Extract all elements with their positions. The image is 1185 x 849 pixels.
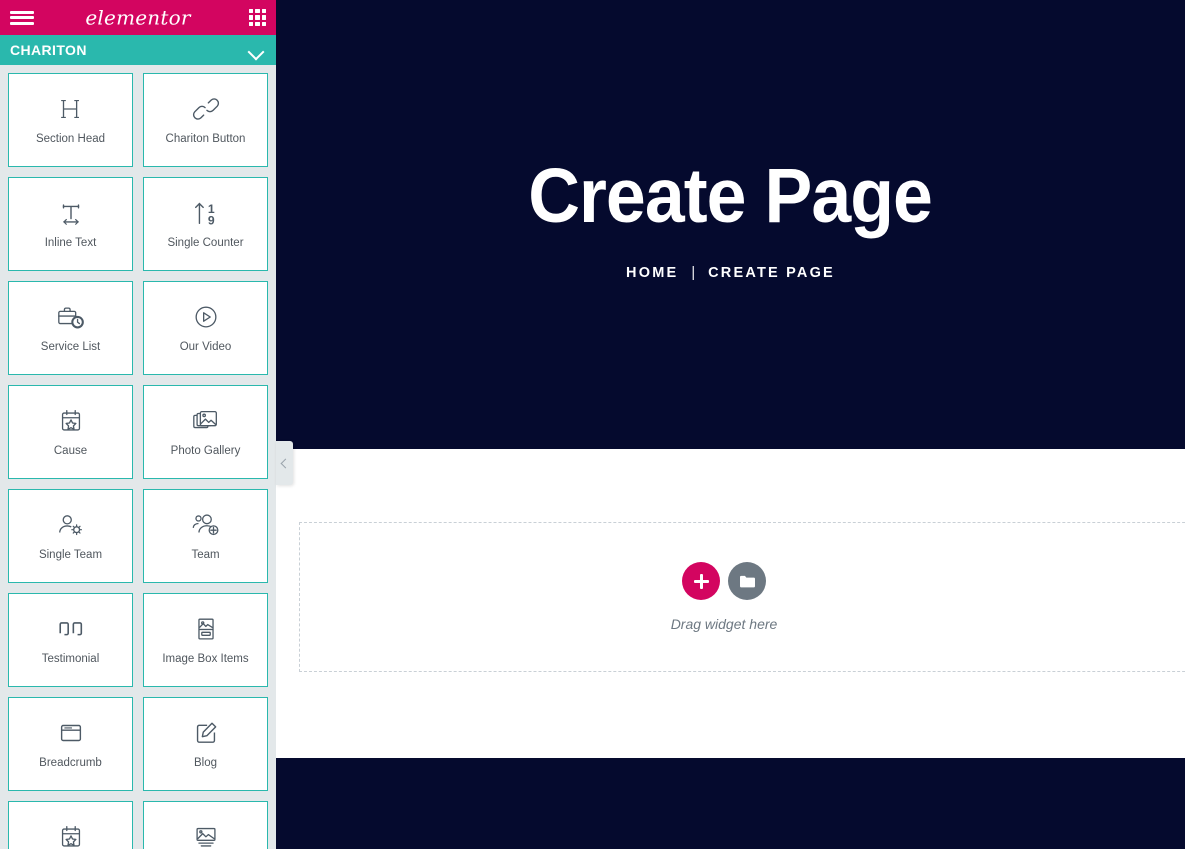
hamburger-menu-icon[interactable]	[10, 9, 34, 27]
widget-card-image-box-items[interactable]: Image Box Items	[143, 593, 268, 687]
widget-card-photo-gallery[interactable]: Photo Gallery	[143, 385, 268, 479]
widget-card-our-video[interactable]: Our Video	[143, 281, 268, 375]
calendar-star-icon	[56, 821, 86, 849]
widget-card-cause[interactable]: Cause	[8, 385, 133, 479]
app-grid-icon[interactable]	[249, 9, 266, 26]
image-lines-icon	[191, 821, 221, 849]
chevron-down-icon[interactable]	[249, 46, 264, 55]
add-section-buttons	[682, 562, 766, 600]
widget-card-team[interactable]: Team	[143, 489, 268, 583]
calendar-star-icon	[56, 405, 86, 437]
widget-label: Image Box Items	[162, 653, 249, 666]
widget-label: Service List	[40, 341, 101, 354]
widget-card-testimonial[interactable]: Testimonial	[8, 593, 133, 687]
elementor-logo: elementor	[85, 5, 191, 30]
widget-card-inline-text[interactable]: Inline Text	[8, 177, 133, 271]
widget-label: Team	[191, 549, 220, 562]
breadcrumb-separator: |	[691, 265, 696, 281]
widget-label: Cause	[53, 445, 88, 458]
person-gear-icon	[55, 509, 87, 541]
footer-section	[276, 758, 1185, 849]
widget-label: Single Counter	[167, 237, 244, 250]
pencil-square-icon	[191, 717, 221, 749]
widget-card-single-counter[interactable]: 1 9 Single Counter	[143, 177, 268, 271]
photo-stack-icon	[190, 405, 222, 437]
hero-section[interactable]: Create Page HOME | CREATE PAGE	[276, 0, 1185, 449]
counter-arrow-icon: 1 9	[190, 197, 222, 229]
breadcrumb: HOME | CREATE PAGE	[626, 265, 835, 281]
widget-category-chariton[interactable]: CHARITON	[0, 35, 276, 65]
page-title: Create Page	[528, 153, 934, 239]
briefcase-clock-icon	[55, 301, 87, 333]
widget-label: Testimonial	[41, 653, 100, 666]
folder-icon	[739, 575, 755, 587]
panel-header: elementor	[0, 0, 276, 35]
widget-panel: elementor CHARITON Section Head Chariton…	[0, 0, 276, 849]
widget-card-section-head[interactable]: Section Head	[8, 73, 133, 167]
link-chain-icon	[191, 93, 221, 125]
chevron-left-icon	[280, 458, 291, 468]
widget-label: Blog	[193, 757, 218, 770]
widget-card-chariton-button[interactable]: Chariton Button	[143, 73, 268, 167]
heading-h-icon	[56, 93, 86, 125]
page-canvas: Create Page HOME | CREATE PAGE Drag widg…	[276, 0, 1185, 849]
widget-card-single-feature[interactable]: Single Feature	[143, 801, 268, 849]
panel-collapse-handle[interactable]	[276, 441, 293, 485]
widget-card-service-list[interactable]: Service List	[8, 281, 133, 375]
widget-card-single-team[interactable]: Single Team	[8, 489, 133, 583]
widget-card-blog[interactable]: Blog	[143, 697, 268, 791]
widget-label: Our Video	[179, 341, 232, 354]
widget-label: Photo Gallery	[170, 445, 241, 458]
empty-content-section: Drag widget here	[276, 449, 1185, 758]
add-template-button[interactable]	[728, 562, 766, 600]
svg-text:9: 9	[207, 213, 214, 227]
widget-label: Breadcrumb	[39, 757, 102, 770]
widget-card-breadcrumb[interactable]: Breadcrumb	[8, 697, 133, 791]
drop-zone-hint: Drag widget here	[670, 616, 778, 632]
widget-label: Single Team	[38, 549, 103, 562]
breadcrumb-current: CREATE PAGE	[708, 265, 835, 281]
category-label: CHARITON	[10, 42, 87, 58]
quote-marks-icon	[55, 613, 87, 645]
widget-drop-zone[interactable]: Drag widget here	[299, 522, 1185, 672]
widget-label: Chariton Button	[165, 133, 246, 146]
play-circle-icon	[191, 301, 221, 333]
image-box-icon	[191, 613, 221, 645]
widget-label: Section Head	[35, 133, 106, 146]
add-new-section-button[interactable]	[682, 562, 720, 600]
plus-icon	[693, 573, 709, 589]
people-add-icon	[190, 509, 222, 541]
widget-list: Section Head Chariton Button Inline Text…	[0, 65, 276, 849]
elementor-editor: elementor CHARITON Section Head Chariton…	[0, 0, 1185, 849]
browser-window-icon	[56, 717, 86, 749]
widget-card-events[interactable]: Events	[8, 801, 133, 849]
breadcrumb-home[interactable]: HOME	[626, 265, 678, 281]
inline-text-icon	[56, 197, 86, 229]
widget-label: Inline Text	[44, 237, 97, 250]
